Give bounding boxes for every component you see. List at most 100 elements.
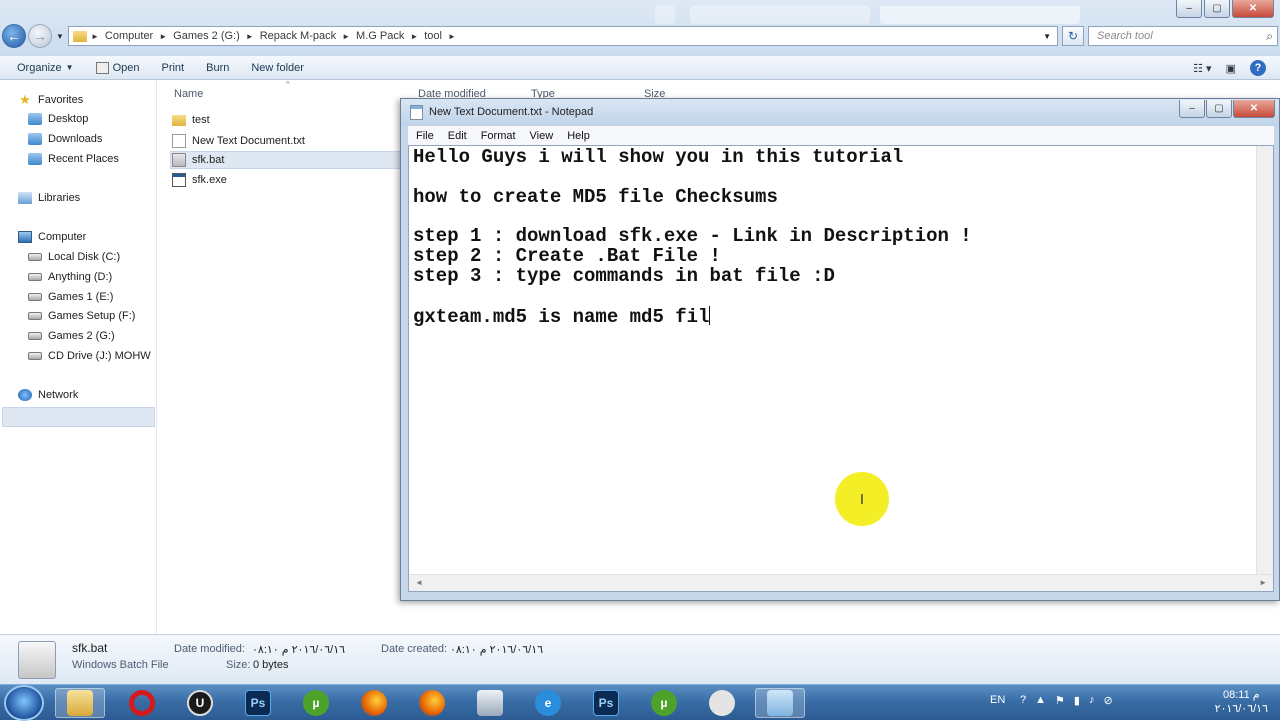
chevron-right-icon[interactable]: ► (342, 32, 350, 41)
text-line: step 1 : download sfk.exe - Link in Desc… (413, 225, 972, 248)
nav-games2-g-label: Games 2 (G:) (48, 330, 115, 342)
close-button[interactable]: ✕ (1232, 0, 1274, 18)
paint-icon (709, 690, 735, 716)
open-button[interactable]: Open (95, 61, 139, 74)
chevron-right-icon[interactable]: ► (246, 32, 254, 41)
chevron-right-icon[interactable]: ► (448, 32, 456, 41)
preview-pane-icon[interactable]: ▣ (1226, 62, 1236, 75)
new-folder-button[interactable]: New folder (251, 62, 304, 74)
menu-format[interactable]: Format (481, 130, 516, 142)
unreal-icon: U (187, 690, 213, 716)
breadcrumb-games2[interactable]: Games 2 (G:) (173, 30, 240, 42)
nav-downloads[interactable]: Downloads (28, 133, 102, 145)
print-button[interactable]: Print (161, 62, 184, 74)
nav-desktop-label: Desktop (48, 113, 89, 125)
nav-games-setup-f[interactable]: Games Setup (F:) (28, 310, 135, 322)
text-file-icon (172, 134, 186, 148)
internet-explorer-icon: e (535, 690, 561, 716)
details-date-modified: ٢٠١٦/٠٦/١٦ م ٠٨:١٠ (252, 644, 346, 656)
chevron-right-icon[interactable]: ► (159, 32, 167, 41)
start-button[interactable] (4, 685, 44, 721)
flag-icon[interactable]: ⚑ (1055, 694, 1065, 707)
menu-file[interactable]: File (416, 130, 434, 142)
back-button[interactable]: ← (2, 24, 26, 48)
notepad-minimize-button[interactable]: – (1179, 100, 1205, 118)
menu-edit[interactable]: Edit (448, 130, 467, 142)
chevron-right-icon[interactable]: ► (410, 32, 418, 41)
computer-icon (18, 231, 32, 243)
alert-icon[interactable]: ⊘ (1103, 694, 1112, 707)
list-item[interactable]: sfk.bat (172, 153, 224, 167)
list-item[interactable]: New Text Document.txt (172, 134, 305, 148)
list-item[interactable]: test (172, 114, 210, 126)
scroll-left-icon[interactable]: ◄ (415, 578, 423, 587)
change-view-icon[interactable]: ☷ ▾ (1193, 62, 1211, 75)
taskbar-utorrent[interactable]: µ (291, 688, 341, 718)
column-name[interactable]: Name (174, 88, 203, 100)
volume-icon[interactable]: ♪ (1089, 694, 1095, 707)
taskbar-explorer[interactable] (55, 688, 105, 718)
nav-games1-e[interactable]: Games 1 (E:) (28, 291, 113, 303)
search-icon[interactable]: ⌕ (1266, 29, 1273, 44)
address-bar[interactable]: ► Computer ► Games 2 (G:) ► Repack M-pac… (68, 26, 1058, 46)
breadcrumb-tool[interactable]: tool (424, 30, 442, 42)
folder-icon (172, 114, 186, 126)
nav-local-disk-c[interactable]: Local Disk (C:) (28, 251, 120, 263)
horizontal-scrollbar[interactable]: ◄ ► (409, 574, 1273, 591)
taskbar-unreal[interactable]: U (175, 688, 225, 718)
taskbar-firefox-2[interactable] (407, 688, 457, 718)
batch-file-icon (18, 641, 56, 679)
taskbar-photoshop[interactable]: Ps (233, 688, 283, 718)
maximize-button[interactable]: ▢ (1204, 0, 1230, 18)
organize-button[interactable]: Organize ▼ (17, 62, 74, 74)
taskbar-photoshop-2[interactable]: Ps (581, 688, 631, 718)
network-icon[interactable]: ▮ (1074, 694, 1080, 707)
chevron-right-icon[interactable]: ► (91, 32, 99, 41)
taskbar-keyboard[interactable] (465, 688, 515, 718)
scroll-right-icon[interactable]: ► (1259, 578, 1267, 587)
nav-favorites-label: Favorites (38, 94, 84, 106)
notepad-maximize-button[interactable]: ▢ (1206, 100, 1232, 118)
language-indicator[interactable]: EN (990, 694, 1005, 706)
nav-cd-drive-j[interactable]: CD Drive (J:) MOHW (28, 350, 151, 362)
search-input[interactable]: Search tool ⌕ (1088, 26, 1278, 46)
list-item[interactable]: sfk.exe (172, 173, 227, 187)
nav-games2-g[interactable]: Games 2 (G:) (28, 330, 115, 342)
taskbar-notepad[interactable] (755, 688, 805, 718)
refresh-button[interactable]: ↻ (1062, 26, 1084, 46)
address-dropdown-icon[interactable]: ▼ (1043, 32, 1051, 41)
taskbar-paint[interactable] (697, 688, 747, 718)
vertical-scrollbar[interactable] (1256, 146, 1273, 576)
minimize-button[interactable]: – (1176, 0, 1202, 18)
help-icon[interactable]: ? (1020, 694, 1026, 707)
recent-pages-dropdown-icon[interactable]: ▼ (56, 32, 64, 41)
menu-help[interactable]: Help (567, 130, 590, 142)
nav-recent-places[interactable]: Recent Places (28, 153, 119, 165)
breadcrumb-mgpack[interactable]: M.G Pack (356, 30, 404, 42)
burn-button[interactable]: Burn (206, 62, 229, 74)
nav-libraries[interactable]: Libraries (18, 192, 80, 204)
nav-anything-d[interactable]: Anything (D:) (28, 271, 112, 283)
downloads-icon (28, 133, 42, 145)
taskbar-firefox[interactable] (349, 688, 399, 718)
nav-computer[interactable]: Computer (18, 231, 86, 243)
help-icon[interactable]: ? (1250, 60, 1266, 76)
taskbar-utorrent-2[interactable]: µ (639, 688, 689, 718)
nav-favorites[interactable]: ★ Favorites (18, 93, 84, 106)
clock[interactable]: 08:11 م ٢٠١٦/٠٦/١٦ (1215, 688, 1268, 716)
notepad-close-button[interactable]: ✕ (1233, 100, 1275, 118)
tray-arrow-icon[interactable]: ▲ (1035, 694, 1046, 707)
forward-button[interactable]: → (28, 24, 52, 48)
notepad-menubar: File Edit Format View Help (408, 126, 1274, 145)
breadcrumb-repack[interactable]: Repack M-pack (260, 30, 336, 42)
breadcrumb-computer[interactable]: Computer (105, 30, 153, 42)
notepad-window[interactable]: New Text Document.txt - Notepad – ▢ ✕ Fi… (400, 98, 1280, 601)
taskbar-opera[interactable] (117, 688, 167, 718)
nav-network[interactable]: Network (18, 389, 78, 401)
notepad-titlebar[interactable]: New Text Document.txt - Notepad – ▢ ✕ (401, 99, 1279, 126)
nav-desktop[interactable]: Desktop (28, 113, 88, 125)
taskbar-ie[interactable]: e (523, 688, 573, 718)
menu-view[interactable]: View (530, 130, 554, 142)
utorrent-icon: µ (651, 690, 677, 716)
notepad-text-area[interactable]: Hello Guys i will show you in this tutor… (408, 145, 1274, 592)
